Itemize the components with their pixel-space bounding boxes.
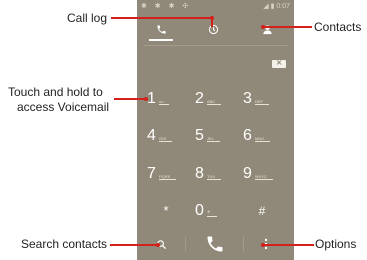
tab-selected-indicator (149, 39, 173, 41)
callout-line-call-log-drop (211, 17, 213, 27)
key-digit: 4 (147, 127, 156, 144)
callout-voicemail-line1: Touch and hold to (8, 85, 103, 99)
callout-line-options (263, 244, 314, 246)
key-digit: 8 (195, 165, 204, 182)
callout-dot-contacts (261, 25, 265, 29)
delete-button[interactable]: ✕ (272, 60, 286, 68)
callout-search-contacts: Search contacts (21, 237, 108, 251)
key-4[interactable]: 4 GHI (141, 125, 191, 155)
signal-icon: ◢ (263, 3, 269, 10)
callout-line-call-log (111, 17, 213, 19)
tab-contacts[interactable] (255, 14, 279, 44)
callout-call-log: Call log (67, 11, 108, 25)
callout-line-voicemail (114, 98, 146, 100)
key-digit: 5 (195, 127, 204, 144)
bottom-divider-right (243, 237, 244, 251)
key-digit: 3 (243, 90, 252, 107)
key-letters: GHI (159, 136, 173, 142)
key-9[interactable]: 9 WXYZ (237, 163, 287, 193)
key-digit: # (258, 204, 266, 218)
battery-icon: ▮ (270, 3, 275, 10)
call-button[interactable] (203, 232, 227, 256)
clock-icon (208, 24, 218, 34)
status-time: 0:07 (276, 3, 290, 10)
key-letters: TUV (207, 174, 221, 180)
key-3[interactable]: 3 DEF (237, 88, 287, 118)
key-letters: DEF (255, 99, 269, 105)
callout-contacts: Contacts (314, 20, 362, 34)
key-digit: 1 (147, 90, 156, 107)
key-letters: + (207, 210, 217, 217)
key-letters: ABC (207, 99, 222, 105)
key-6[interactable]: 6 MNO (237, 125, 287, 155)
key-0[interactable]: 0 + (189, 200, 239, 230)
key-1[interactable]: 1 oo (141, 88, 191, 118)
callout-options: Options (315, 237, 357, 251)
tab-divider (143, 45, 288, 46)
callout-dot-options (261, 243, 265, 247)
key-letters: MNO (255, 136, 271, 142)
key-letters: PQRS (159, 174, 177, 180)
key-digit: * (163, 203, 169, 218)
key-hash[interactable]: # (237, 200, 287, 230)
key-8[interactable]: 8 TUV (189, 163, 239, 193)
key-digit: 2 (195, 90, 204, 107)
key-2[interactable]: 2 ABC (189, 88, 239, 118)
key-digit: 6 (243, 127, 252, 144)
phone-call-icon (207, 236, 223, 252)
bottom-divider-left (185, 237, 186, 251)
callout-line-search (110, 244, 158, 246)
key-letters: JKL (207, 136, 220, 142)
callout-voicemail-line2: access Voicemail (17, 100, 110, 114)
key-5[interactable]: 5 JKL (189, 125, 239, 155)
key-star[interactable]: * (141, 200, 191, 230)
key-digit: 9 (243, 165, 252, 182)
key-digit: 7 (147, 165, 156, 182)
notification-icons: ✱ ✱ ✱ ✣ (141, 3, 192, 10)
key-digit: 0 (195, 202, 204, 219)
key-letters: WXYZ (255, 174, 273, 180)
key-7[interactable]: 7 PQRS (141, 163, 191, 193)
phone-icon (156, 24, 166, 34)
callout-dot-voicemail (144, 97, 148, 101)
key-letters: oo (159, 99, 170, 105)
callout-dot-search (156, 243, 160, 247)
status-bar: ✱ ✱ ✱ ✣ ◢ ▮ 0:07 (137, 0, 294, 12)
status-right: ◢ ▮ 0:07 (263, 2, 290, 10)
phone-screen: ✱ ✱ ✱ ✣ ◢ ▮ 0:07 ✕ 1 oo 2 ABC 3 DEF 4 GH… (137, 0, 294, 260)
callout-line-contacts (263, 26, 312, 28)
